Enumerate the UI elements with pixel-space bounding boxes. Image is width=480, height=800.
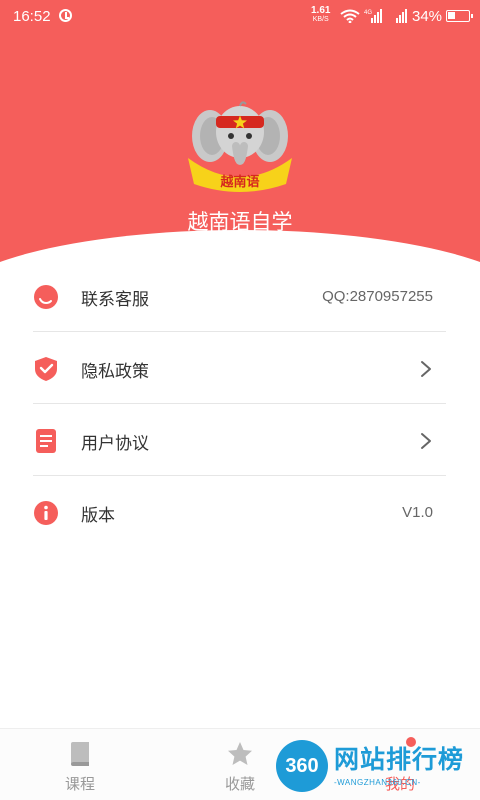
menu-item-privacy-policy[interactable]: 隐私政策: [33, 332, 446, 404]
menu-label: 版本: [81, 506, 115, 526]
app-name: 越南语自学: [187, 210, 293, 234]
settings-menu: 联系客服 QQ:2870957255 隐私政策 用户协议 版本 V1.0: [33, 260, 446, 548]
menu-item-user-agreement[interactable]: 用户协议: [33, 404, 446, 476]
watermark-title: 网站排行榜: [334, 745, 465, 774]
elephant-logo: 越南语: [188, 101, 292, 192]
chevron-right-icon: [421, 361, 431, 377]
network-type-label: 4G: [364, 10, 372, 16]
customer-service-icon: [34, 285, 58, 309]
watermark-logo: 360 网站排行榜 -WANGZHAN360.CN-: [268, 736, 474, 796]
net-speed: 1.61 KB/S: [311, 6, 330, 24]
menu-label: 联系客服: [81, 290, 149, 310]
document-icon: [36, 429, 56, 453]
book-icon: [71, 742, 89, 766]
header: 16:52 1.61 KB/S 4G 34% 越南语 越南语自学: [0, 0, 480, 262]
info-icon: [34, 501, 58, 525]
shield-icon: [35, 357, 57, 381]
status-bar: 16:52 1.61 KB/S 4G 34%: [0, 0, 480, 32]
menu-label: 用户协议: [81, 434, 149, 454]
menu-item-customer-service[interactable]: 联系客服 QQ:2870957255: [33, 260, 446, 332]
menu-value: V1.0: [402, 504, 433, 521]
alarm-icon: [59, 9, 72, 22]
menu-label: 隐私政策: [81, 362, 149, 382]
wifi-icon: [340, 9, 360, 23]
chevron-right-icon: [421, 433, 431, 449]
star-icon: [228, 742, 252, 765]
signal-4g-icon: 4G: [364, 9, 382, 23]
tab-label: 课程: [64, 775, 95, 793]
status-time: 16:52: [13, 8, 51, 25]
menu-item-version[interactable]: 版本 V1.0: [33, 476, 446, 548]
net-speed-unit: KB/S: [312, 16, 329, 23]
signal-icon: [396, 9, 407, 23]
battery-icon: [446, 10, 473, 22]
logo-text: 越南语: [219, 174, 259, 190]
menu-value: QQ:2870957255: [322, 288, 433, 305]
tab-courses[interactable]: 课程: [20, 729, 140, 800]
battery-percent: 34%: [412, 8, 443, 25]
watermark-subtitle: -WANGZHAN360.CN-: [334, 778, 421, 787]
net-speed-value: 1.61: [311, 5, 331, 16]
watermark-badge: 360: [276, 740, 328, 792]
